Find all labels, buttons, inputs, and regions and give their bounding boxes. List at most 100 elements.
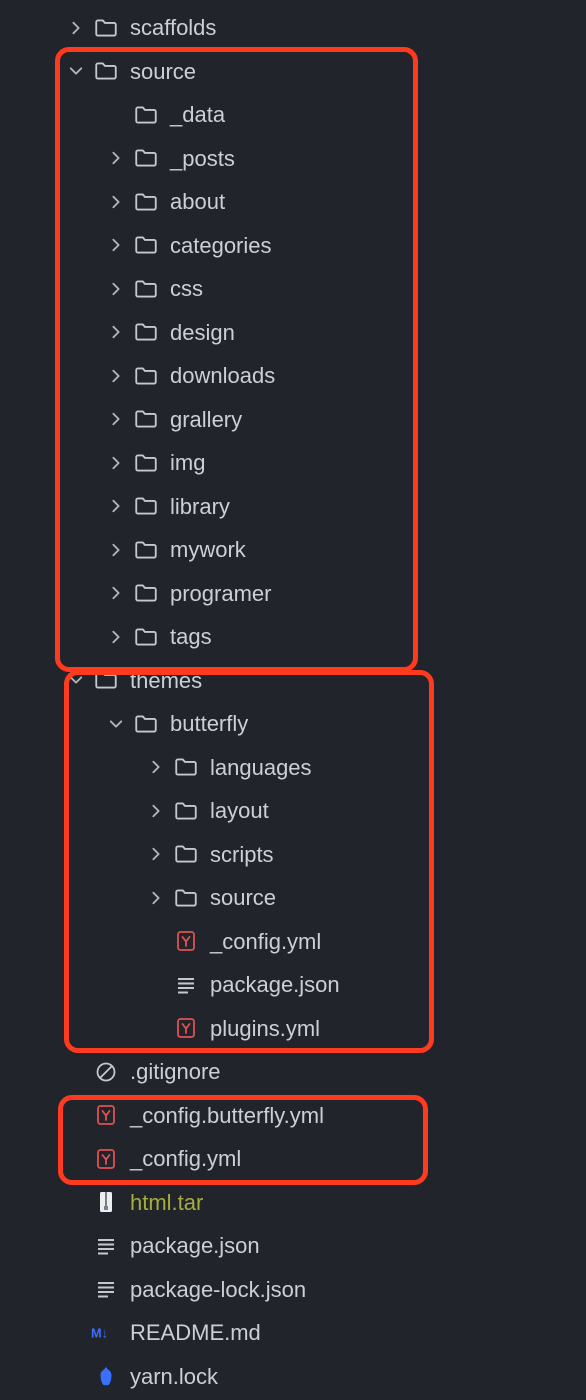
folder-icon — [130, 493, 162, 519]
tree-row[interactable]: scaffolds — [0, 6, 586, 50]
tree-row[interactable]: design — [0, 311, 586, 355]
chevron-right-icon[interactable] — [142, 760, 170, 774]
tree-row[interactable]: source — [0, 50, 586, 94]
tree-item-label: categories — [170, 224, 272, 268]
tree-item-label: grallery — [170, 398, 242, 442]
tree-item-label: about — [170, 180, 225, 224]
tree-row[interactable]: M↓ README.md — [0, 1311, 586, 1355]
tree-item-label: scaffolds — [130, 6, 216, 50]
chevron-down-icon[interactable] — [102, 717, 130, 731]
tree-item-label: programer — [170, 572, 271, 616]
chevron-right-icon[interactable] — [142, 847, 170, 861]
folder-icon — [170, 885, 202, 911]
chevron-right-icon[interactable] — [102, 282, 130, 296]
gitignore-icon — [90, 1060, 122, 1084]
tree-row[interactable]: _config.yml — [0, 920, 586, 964]
tree-row[interactable]: package.json — [0, 963, 586, 1007]
tree-row[interactable]: programer — [0, 572, 586, 616]
yaml-file-icon — [170, 929, 202, 953]
tree-row[interactable]: about — [0, 180, 586, 224]
folder-icon — [130, 537, 162, 563]
folder-icon — [170, 754, 202, 780]
tree-row[interactable]: _config.butterfly.yml — [0, 1094, 586, 1138]
yarn-lock-icon — [90, 1364, 122, 1388]
tree-row[interactable]: _posts — [0, 137, 586, 181]
chevron-right-icon[interactable] — [102, 325, 130, 339]
tree-row[interactable]: img — [0, 441, 586, 485]
tree-item-label: butterfly — [170, 702, 248, 746]
tree-row[interactable]: _config.yml — [0, 1137, 586, 1181]
tree-row[interactable]: scripts — [0, 833, 586, 877]
markdown-file-icon: M↓ — [90, 1323, 122, 1343]
archive-file-icon — [90, 1190, 122, 1214]
tree-row[interactable]: tags — [0, 615, 586, 659]
tree-item-label: html.tar — [130, 1181, 203, 1225]
tree-item-label: _posts — [170, 137, 235, 181]
tree-row[interactable]: _data — [0, 93, 586, 137]
tree-row[interactable]: source — [0, 876, 586, 920]
chevron-right-icon[interactable] — [102, 369, 130, 383]
folder-icon — [130, 232, 162, 258]
tree-row[interactable]: languages — [0, 746, 586, 790]
folder-icon — [130, 450, 162, 476]
tree-item-label: source — [130, 50, 196, 94]
chevron-right-icon[interactable] — [102, 456, 130, 470]
tree-row[interactable]: library — [0, 485, 586, 529]
chevron-right-icon[interactable] — [142, 891, 170, 905]
tree-row[interactable]: layout — [0, 789, 586, 833]
chevron-right-icon[interactable] — [102, 499, 130, 513]
tree-item-label: README.md — [130, 1311, 261, 1355]
chevron-down-icon[interactable] — [62, 64, 90, 78]
folder-icon — [130, 189, 162, 215]
tree-row[interactable]: mywork — [0, 528, 586, 572]
folder-icon — [170, 798, 202, 824]
yaml-file-icon — [90, 1147, 122, 1171]
chevron-right-icon[interactable] — [102, 543, 130, 557]
folder-icon — [130, 363, 162, 389]
tree-item-label: design — [170, 311, 235, 355]
chevron-right-icon[interactable] — [102, 195, 130, 209]
tree-item-label: css — [170, 267, 203, 311]
folder-icon — [130, 580, 162, 606]
tree-row[interactable]: plugins.yml — [0, 1007, 586, 1051]
tree-row[interactable]: css — [0, 267, 586, 311]
tree-row[interactable]: .gitignore — [0, 1050, 586, 1094]
tree-item-label: themes — [130, 659, 202, 703]
tree-row[interactable]: butterfly — [0, 702, 586, 746]
chevron-right-icon[interactable] — [102, 586, 130, 600]
chevron-right-icon[interactable] — [142, 804, 170, 818]
tree-item-label: _config.yml — [130, 1137, 241, 1181]
text-file-icon — [90, 1234, 122, 1258]
folder-icon — [170, 841, 202, 867]
tree-row[interactable]: categories — [0, 224, 586, 268]
tree-item-label: downloads — [170, 354, 275, 398]
tree-item-label: mywork — [170, 528, 246, 572]
tree-row[interactable]: html.tar — [0, 1181, 586, 1225]
chevron-right-icon[interactable] — [62, 21, 90, 35]
chevron-right-icon[interactable] — [102, 630, 130, 644]
text-file-icon — [90, 1277, 122, 1301]
folder-icon — [130, 319, 162, 345]
chevron-down-icon[interactable] — [62, 673, 90, 687]
folder-icon — [130, 406, 162, 432]
tree-item-label: package-lock.json — [130, 1268, 306, 1312]
chevron-right-icon[interactable] — [102, 412, 130, 426]
tree-row[interactable]: package-lock.json — [0, 1268, 586, 1312]
text-file-icon — [170, 973, 202, 997]
folder-icon — [90, 667, 122, 693]
tree-row[interactable]: yarn.lock — [0, 1355, 586, 1399]
tree-row[interactable]: grallery — [0, 398, 586, 442]
tree-item-label: tags — [170, 615, 212, 659]
tree-item-label: _data — [170, 93, 225, 137]
yaml-file-icon — [90, 1103, 122, 1127]
chevron-right-icon[interactable] — [102, 151, 130, 165]
svg-text:M↓: M↓ — [91, 1325, 108, 1340]
tree-item-label: img — [170, 441, 205, 485]
tree-row[interactable]: package.json — [0, 1224, 586, 1268]
folder-icon — [130, 145, 162, 171]
chevron-right-icon[interactable] — [102, 238, 130, 252]
tree-row[interactable]: downloads — [0, 354, 586, 398]
tree-item-label: package.json — [210, 963, 340, 1007]
yaml-file-icon — [170, 1016, 202, 1040]
tree-row[interactable]: themes — [0, 659, 586, 703]
